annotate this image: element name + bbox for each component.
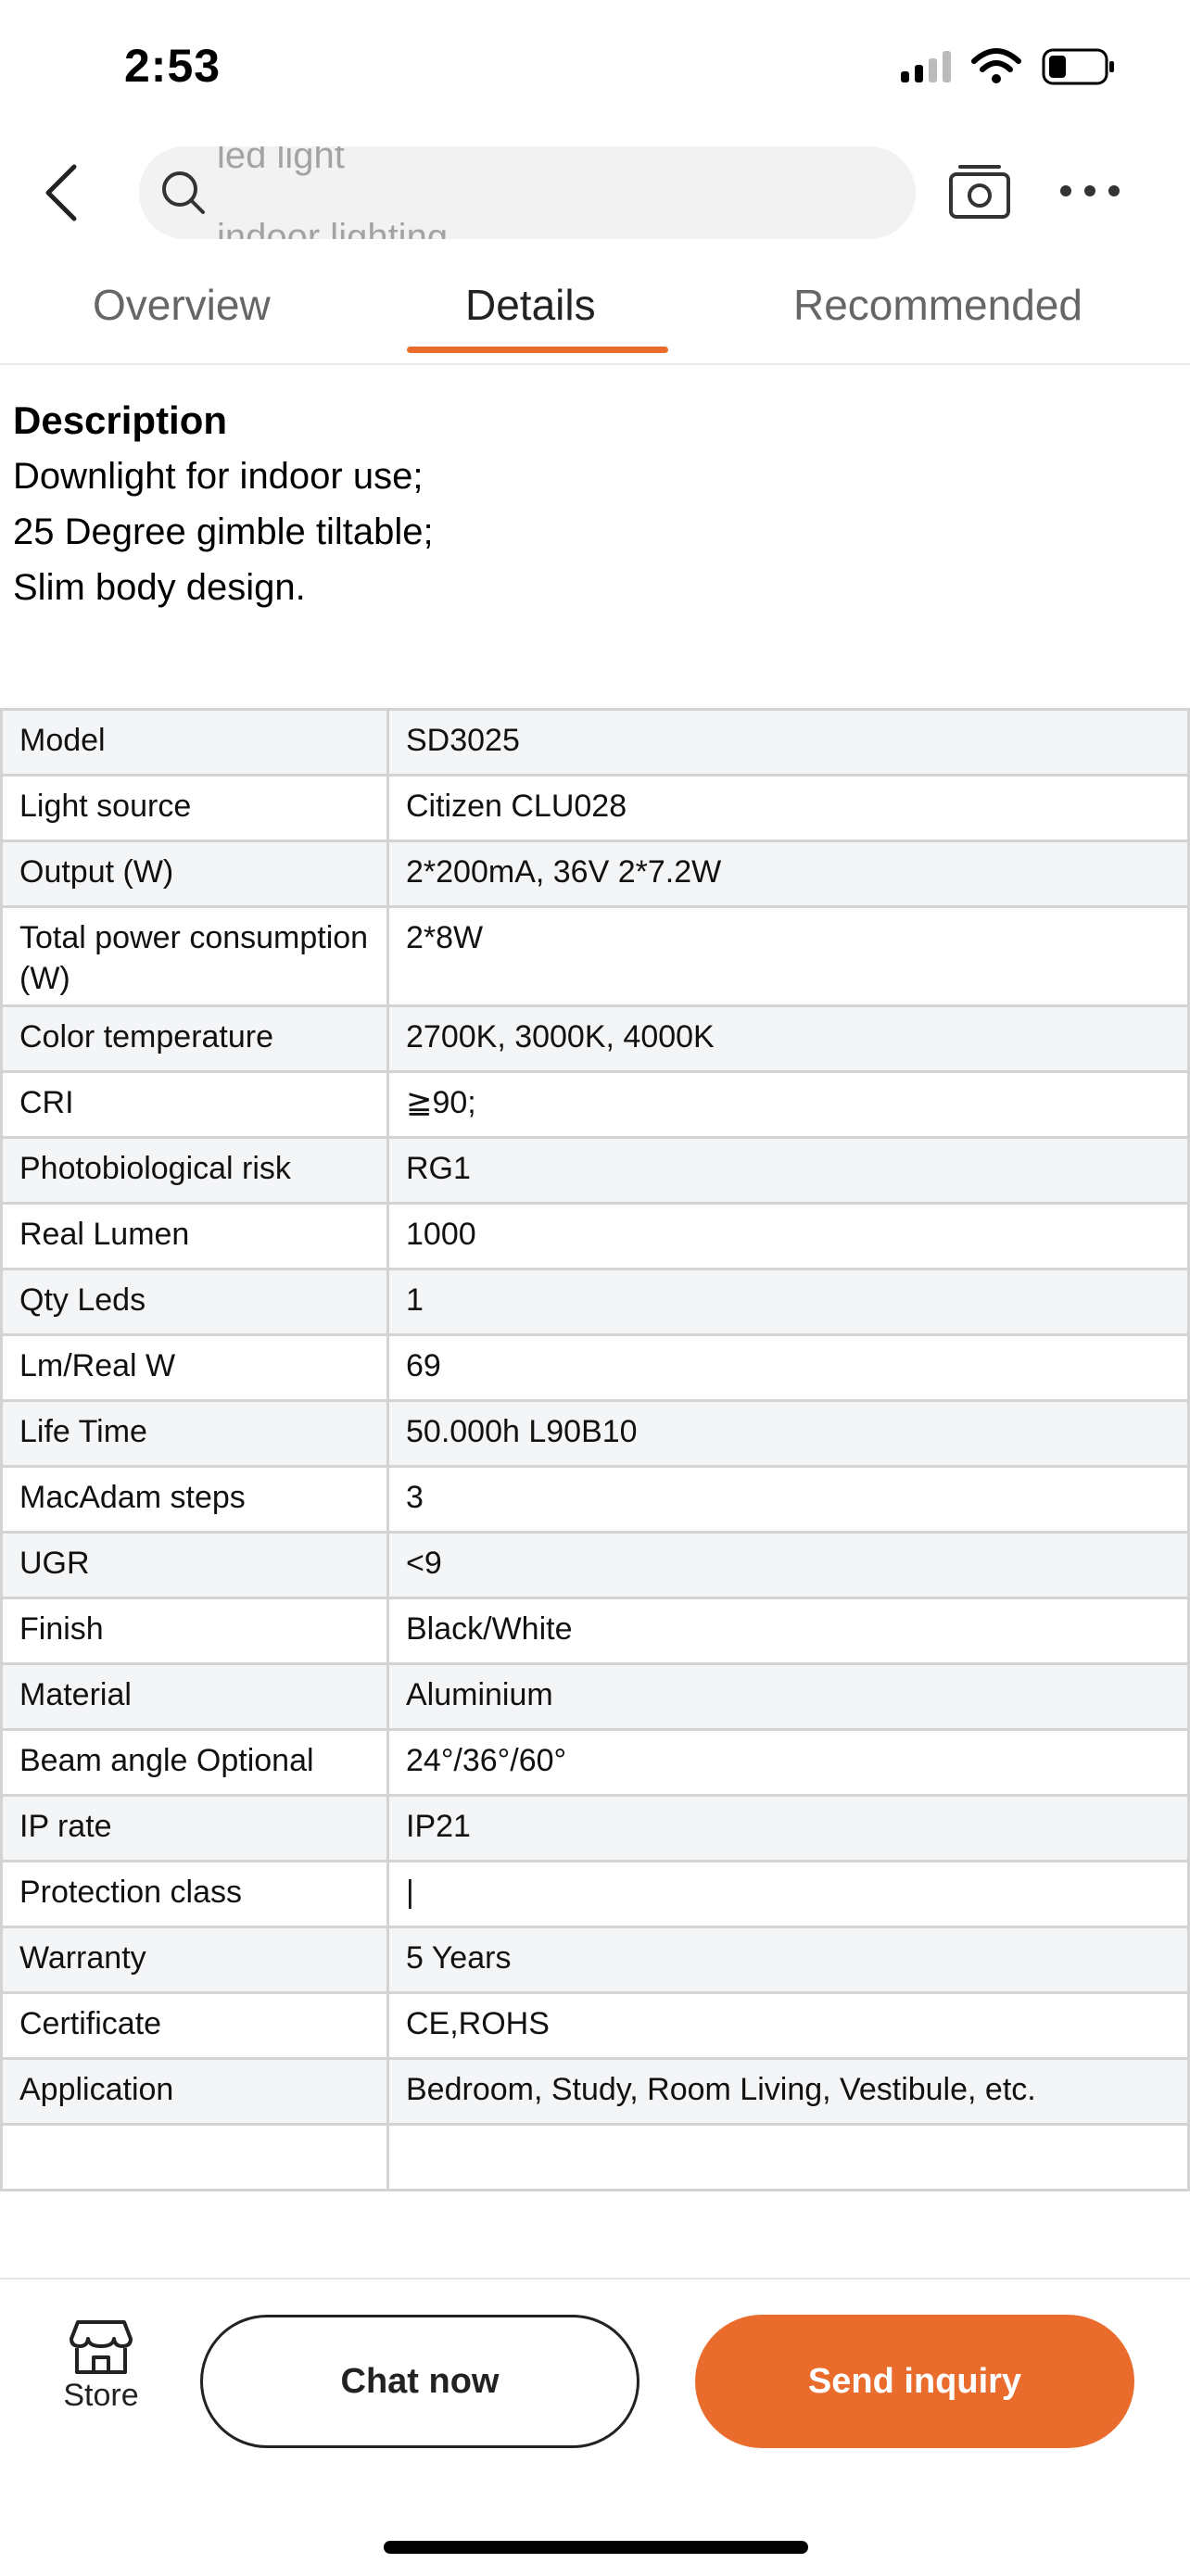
spec-label: Life Time (0, 1399, 389, 1468)
description-line: Downlight for indoor use; (13, 456, 424, 497)
spec-label: Output (W) (0, 840, 389, 908)
spec-label: Certificate (0, 1991, 389, 2060)
spec-value: 2*200mA, 36V 2*7.2W (386, 840, 1190, 908)
spec-label: Light source (0, 774, 389, 842)
spec-value: RG1 (386, 1136, 1190, 1205)
more-icon[interactable] (1057, 172, 1123, 209)
spec-value: 24°/36°/60° (386, 1728, 1190, 1797)
spec-value: SD3025 (386, 708, 1190, 777)
status-icons (901, 46, 1116, 87)
spec-row: MacAdam steps 3 (0, 1465, 1190, 1534)
spec-row: Photobiological risk RG1 (0, 1136, 1190, 1205)
store-label: Store (63, 2378, 139, 2413)
tab-recommended[interactable]: Recommended (793, 280, 1082, 330)
spec-table-body: Model SD3025 Light source Citizen CLU028 Out… (0, 708, 1190, 2191)
spec-label (0, 2123, 389, 2191)
description-section: Description Downlight for indoor use; 25… (13, 393, 1171, 615)
spec-label: Protection class (0, 1860, 389, 1928)
spec-row: Warranty 5 Years (0, 1926, 1190, 1994)
spec-label: Beam angle Optional (0, 1728, 389, 1797)
spec-row: Protection class | (0, 1860, 1190, 1928)
spec-row: Qty Leds 1 (0, 1268, 1190, 1336)
spec-row: Model SD3025 (0, 708, 1190, 777)
status-time: 2:53 (124, 40, 222, 92)
description-title: Description (13, 398, 228, 442)
spec-label: Finish (0, 1597, 389, 1665)
spec-row: Application Bedroom, Study, Room Living, … (0, 2057, 1190, 2126)
spec-label: Model (0, 708, 389, 777)
store-button[interactable]: Store (50, 2318, 152, 2414)
tab-overview[interactable]: Overview (93, 280, 271, 330)
spec-row: UGR <9 (0, 1531, 1190, 1599)
spec-value: Black/White (386, 1597, 1190, 1665)
spec-value: 2*8W (386, 905, 1190, 1007)
spec-value (386, 2123, 1190, 2191)
spec-row: Finish Black/White (0, 1597, 1190, 1665)
spec-value: Aluminium (386, 1662, 1190, 1731)
spec-row (0, 2123, 1190, 2191)
description-line: 25 Degree gimble tiltable; (13, 511, 434, 552)
spec-value: | (386, 1860, 1190, 1928)
search-hint-previous: led light (217, 146, 345, 176)
signal-icon (901, 51, 951, 82)
spec-value: IP21 (386, 1794, 1190, 1863)
spec-label: UGR (0, 1531, 389, 1599)
spec-value: 5 Years (386, 1926, 1190, 1994)
camera-icon[interactable] (947, 161, 1012, 221)
spec-value: 3 (386, 1465, 1190, 1534)
active-tab-indicator (407, 347, 668, 353)
status-bar: 2:53 (0, 0, 1190, 130)
spec-row: IP rate IP21 (0, 1794, 1190, 1863)
spec-label: Material (0, 1662, 389, 1731)
spec-value: 2700K, 3000K, 4000K (386, 1004, 1190, 1073)
wifi-icon (971, 48, 1021, 83)
spec-label: IP rate (0, 1794, 389, 1863)
spec-value: 1000 (386, 1202, 1190, 1270)
spec-label: Total power consumption (W) (0, 905, 389, 1007)
tab-details[interactable]: Details (465, 280, 596, 330)
spec-row: Real Lumen 1000 (0, 1202, 1190, 1270)
spec-value: ≧90; (386, 1070, 1190, 1139)
send-inquiry-button[interactable]: Send inquiry (695, 2315, 1134, 2448)
spec-value: 50.000h L90B10 (386, 1399, 1190, 1468)
spec-value: Bedroom, Study, Room Living, Vestibule, … (386, 2057, 1190, 2126)
home-indicator (384, 2541, 808, 2554)
spec-row: Lm/Real W 69 (0, 1333, 1190, 1402)
spec-row: Life Time 50.000h L90B10 (0, 1399, 1190, 1468)
store-icon (70, 2320, 133, 2374)
spec-label: Color temperature (0, 1004, 389, 1073)
spec-label: Photobiological risk (0, 1136, 389, 1205)
spec-row: Beam angle Optional 24°/36°/60° (0, 1728, 1190, 1797)
battery-icon (1042, 48, 1114, 85)
spec-row: Output (W) 2*200mA, 36V 2*7.2W (0, 840, 1190, 908)
search-hint-next: indoor lighting (217, 217, 449, 239)
back-arrow-icon[interactable] (35, 159, 91, 226)
spec-value: 1 (386, 1268, 1190, 1336)
spec-label: Warranty (0, 1926, 389, 1994)
spec-value: Citizen CLU028 (386, 774, 1190, 842)
spec-table: Model SD3025 Light source Citizen CLU028 Out… (0, 708, 1190, 2191)
search-row: led light indoor lighting (0, 141, 1190, 245)
spec-value: CE,ROHS (386, 1991, 1190, 2060)
spec-value: 69 (386, 1333, 1190, 1402)
chat-now-button[interactable]: Chat now (200, 2315, 639, 2448)
tab-bar: Overview Details Recommended (0, 274, 1190, 365)
spec-label: Qty Leds (0, 1268, 389, 1336)
spec-value: <9 (386, 1531, 1190, 1599)
spec-row: CRI ≧90; (0, 1070, 1190, 1139)
spec-row: Material Aluminium (0, 1662, 1190, 1731)
spec-label: Real Lumen (0, 1202, 389, 1270)
spec-label: MacAdam steps (0, 1465, 389, 1534)
description-line: Slim body design. (13, 567, 306, 608)
spec-label: Application (0, 2057, 389, 2126)
bottom-action-bar: Store Chat now Send inquiry (0, 2278, 1190, 2576)
spec-label: Lm/Real W (0, 1333, 389, 1402)
search-icon (162, 171, 205, 214)
spec-row: Light source Citizen CLU028 (0, 774, 1190, 842)
spec-row: Color temperature 2700K, 3000K, 4000K (0, 1004, 1190, 1073)
spec-label: CRI (0, 1070, 389, 1139)
spec-row: Certificate CE,ROHS (0, 1991, 1190, 2060)
spec-row: Total power consumption (W) 2*8W (0, 905, 1190, 1007)
search-input[interactable]: led light indoor lighting (139, 146, 916, 239)
